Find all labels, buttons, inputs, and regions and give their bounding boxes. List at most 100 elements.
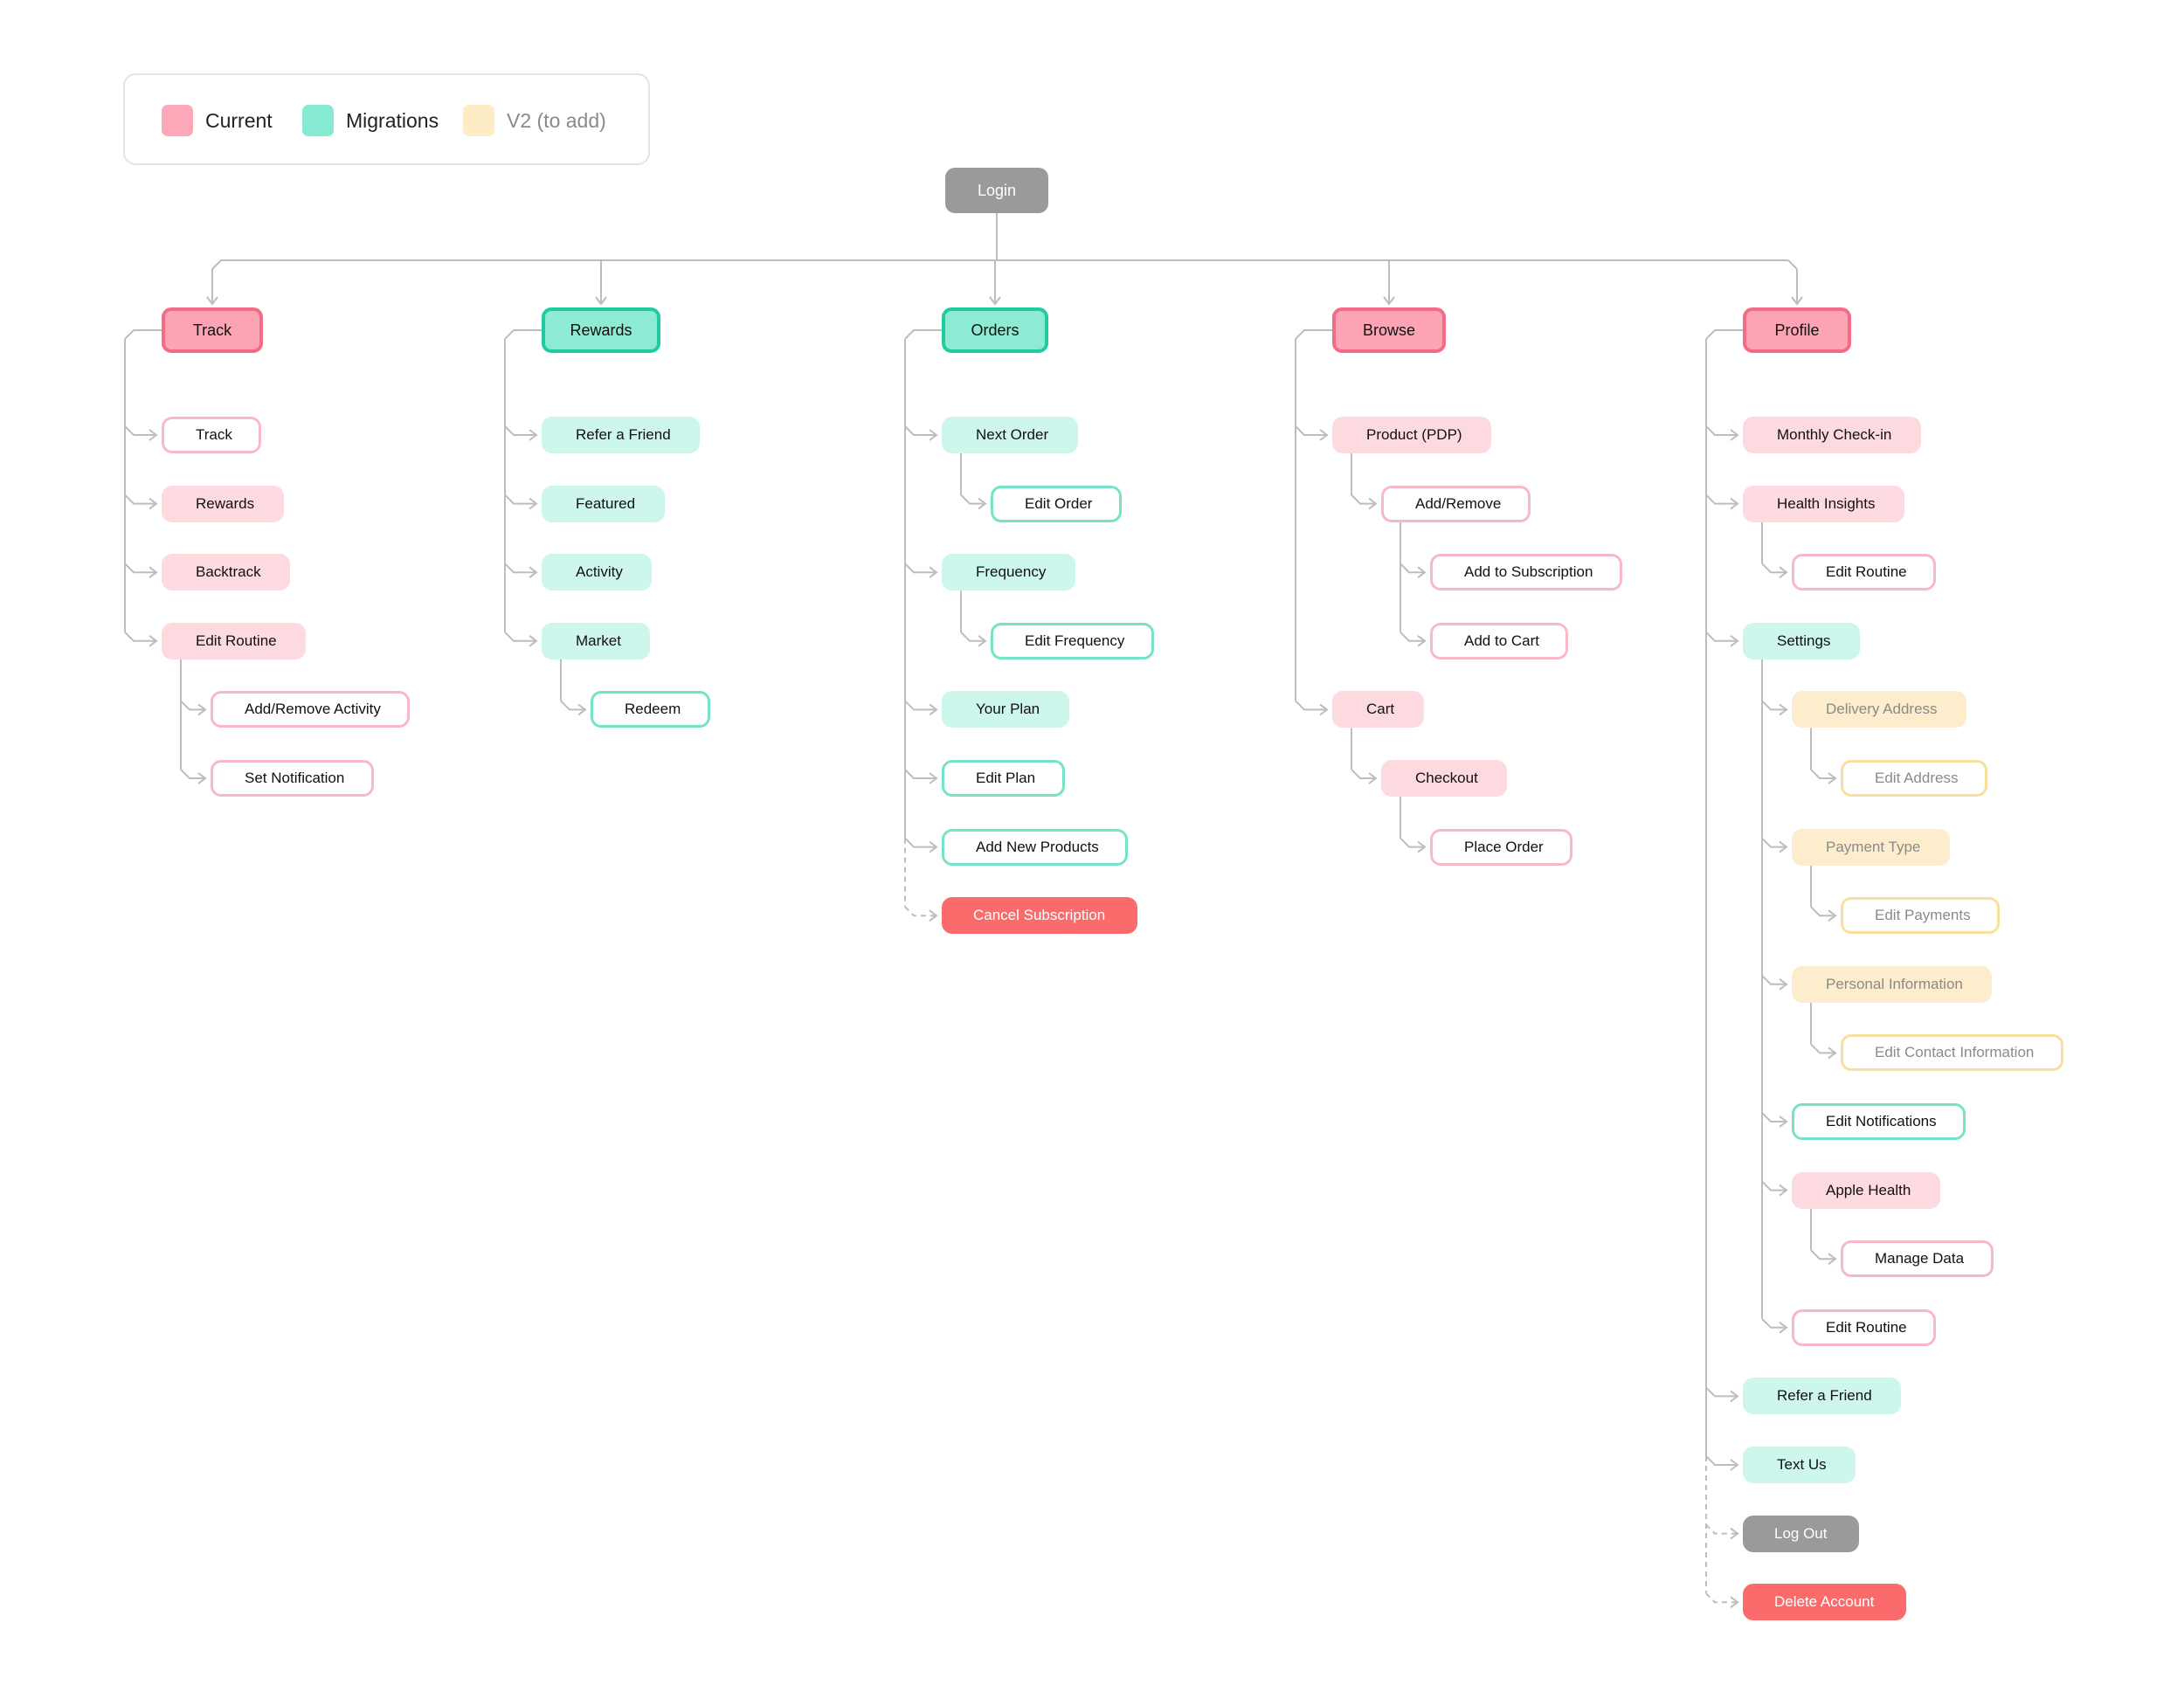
branch	[1810, 1249, 1835, 1260]
arrowhead	[595, 296, 607, 306]
node-profile-payment-type[interactable]: Payment Type	[1792, 828, 1950, 866]
branch	[1705, 1386, 1738, 1398]
branch	[504, 425, 536, 436]
node-profile-delete-account[interactable]: Delete Account	[1743, 1584, 1906, 1621]
arrowhead	[1417, 634, 1427, 647]
node-browse-place-order[interactable]: Place Order	[1430, 828, 1572, 866]
branch	[1400, 563, 1425, 574]
node-orders-cancel-subscription[interactable]: Cancel Subscription	[942, 897, 1137, 935]
node-orders-edit-plan[interactable]: Edit Plan	[942, 760, 1065, 797]
node-rewards-redeem[interactable]: Redeem	[591, 691, 710, 729]
branch	[124, 563, 156, 574]
header-orders[interactable]: Orders	[942, 307, 1048, 353]
arrowhead	[989, 296, 1001, 306]
arrowhead	[149, 634, 158, 647]
node-rewards-activity[interactable]: Activity	[542, 554, 652, 591]
arrowhead	[1791, 296, 1803, 306]
branch	[1705, 1455, 1738, 1466]
node-profile-monthly-check-in[interactable]: Monthly Check-in	[1743, 417, 1921, 453]
node-profile-apple-health[interactable]: Apple Health	[1792, 1171, 1940, 1209]
arrowhead	[929, 909, 938, 922]
node-orders-next-order[interactable]: Next Order	[942, 417, 1078, 453]
node-profile-edit-payments[interactable]: Edit Payments	[1841, 897, 2000, 935]
branch	[904, 563, 936, 574]
node-track-track[interactable]: Track	[162, 417, 261, 453]
node-profile-refer-a-friend[interactable]: Refer a Friend	[1743, 1378, 1901, 1415]
node-orders-add-new-products[interactable]: Add New Products	[942, 828, 1128, 866]
arrowhead	[978, 634, 987, 647]
branch	[180, 769, 205, 779]
arrowhead	[577, 703, 587, 716]
node-profile-health-insights[interactable]: Health Insights	[1743, 485, 1904, 522]
node-orders-edit-frequency[interactable]: Edit Frequency	[991, 622, 1154, 660]
arrowhead	[197, 703, 207, 716]
branch	[1810, 1043, 1835, 1054]
arrowhead	[1779, 1115, 1788, 1128]
legend-swatch	[302, 105, 334, 136]
header-rewards[interactable]: Rewards	[542, 307, 660, 353]
arrowhead	[529, 634, 538, 647]
node-profile-manage-data[interactable]: Manage Data	[1841, 1240, 1994, 1278]
node-browse-product-pdp[interactable]: Product (PDP)	[1332, 417, 1491, 453]
node-rewards-featured[interactable]: Featured	[542, 485, 665, 522]
node-profile-edit-contact-information[interactable]: Edit Contact Information	[1841, 1034, 2063, 1072]
node-profile-text-us[interactable]: Text Us	[1743, 1447, 1856, 1483]
header-profile[interactable]: Profile	[1743, 307, 1851, 353]
node-login[interactable]: Login	[945, 168, 1048, 213]
node-profile-edit-routine[interactable]: Edit Routine	[1792, 554, 1936, 591]
branch	[1351, 769, 1376, 779]
arrowhead	[1417, 566, 1427, 579]
arrowhead	[1730, 1390, 1739, 1403]
node-profile-edit-notifications[interactable]: Edit Notifications	[1792, 1103, 1966, 1140]
node-rewards-market[interactable]: Market	[542, 622, 650, 660]
branch	[904, 700, 936, 711]
node-profile-delivery-address[interactable]: Delivery Address	[1792, 691, 1966, 729]
arrowhead	[1730, 1527, 1739, 1540]
branch	[1761, 1180, 1787, 1191]
arrowhead	[149, 497, 158, 510]
node-browse-add-remove[interactable]: Add/Remove	[1381, 485, 1531, 522]
arrowhead	[978, 497, 987, 510]
node-profile-settings[interactable]: Settings	[1743, 622, 1860, 660]
node-track-rewards[interactable]: Rewards	[162, 485, 284, 522]
node-track-set-notification[interactable]: Set Notification	[211, 760, 374, 797]
bus-corner	[211, 259, 222, 270]
arrowhead	[149, 429, 158, 441]
node-browse-add-to-subscription[interactable]: Add to Subscription	[1430, 554, 1622, 591]
node-profile-edit-address[interactable]: Edit Address	[1841, 760, 1987, 797]
arrowhead	[1828, 1046, 1837, 1060]
node-profile-log-out[interactable]: Log Out	[1743, 1515, 1859, 1552]
branch	[1295, 425, 1327, 436]
header-elbow	[1705, 329, 1743, 340]
arrowhead	[1779, 978, 1788, 991]
branch	[1761, 1112, 1787, 1122]
branch	[1761, 700, 1787, 711]
arrowhead	[1730, 497, 1739, 510]
arrowhead	[149, 566, 158, 579]
branch	[504, 494, 536, 505]
node-rewards-refer-a-friend[interactable]: Refer a Friend	[542, 417, 700, 453]
arrowhead	[1828, 772, 1837, 784]
node-browse-checkout[interactable]: Checkout	[1381, 760, 1507, 797]
node-orders-edit-order[interactable]: Edit Order	[991, 485, 1122, 522]
header-track[interactable]: Track	[162, 307, 263, 353]
legend-label: V2 (to add)	[507, 108, 606, 132]
branch	[1705, 1523, 1738, 1535]
arrowhead	[1383, 296, 1395, 306]
bus-corner	[1787, 259, 1798, 270]
branch	[1351, 494, 1376, 505]
header-browse[interactable]: Browse	[1332, 307, 1446, 353]
node-track-add-remove-activity[interactable]: Add/Remove Activity	[211, 691, 410, 729]
arrowhead	[206, 296, 218, 306]
arrowhead	[1368, 772, 1378, 784]
header-elbow	[904, 329, 942, 340]
node-orders-frequency[interactable]: Frequency	[942, 554, 1075, 591]
node-browse-cart[interactable]: Cart	[1332, 691, 1424, 729]
node-track-backtrack[interactable]: Backtrack	[162, 554, 290, 591]
arrowhead	[1779, 703, 1788, 716]
node-track-edit-routine[interactable]: Edit Routine	[162, 622, 306, 660]
node-profile-personal-information[interactable]: Personal Information	[1792, 965, 1992, 1003]
node-browse-add-to-cart[interactable]: Add to Cart	[1430, 622, 1568, 660]
node-profile-edit-routine[interactable]: Edit Routine	[1792, 1309, 1936, 1346]
node-orders-your-plan[interactable]: Your Plan	[942, 691, 1069, 729]
